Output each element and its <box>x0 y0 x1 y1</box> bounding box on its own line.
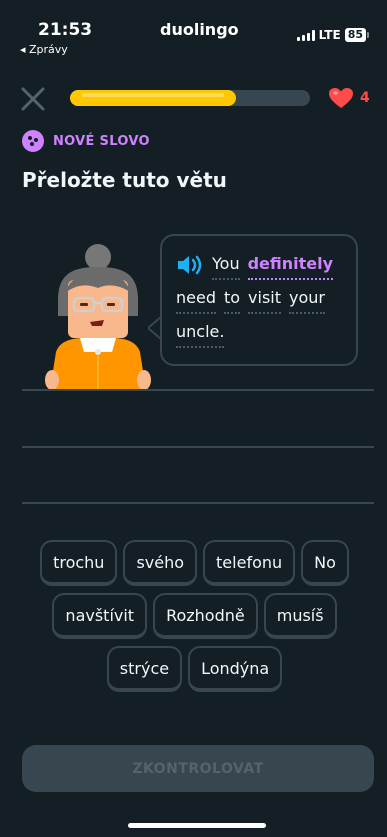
word-chip[interactable]: Rozhodně <box>153 593 258 639</box>
sentence-word[interactable]: You <box>212 251 240 280</box>
lesson-progress-bar <box>70 90 310 106</box>
sentence-word[interactable]: need <box>176 285 216 314</box>
answer-line <box>22 502 374 504</box>
home-indicator[interactable] <box>128 823 266 828</box>
check-button[interactable]: ZKONTROLOVAT <box>22 745 374 792</box>
word-chip[interactable]: No <box>301 540 349 586</box>
status-app-title: duolingo <box>160 20 239 39</box>
word-bank-row: navštívit Rozhodně musíš <box>22 593 367 639</box>
hearts-counter[interactable]: 4 <box>328 87 370 109</box>
speech-bubble: You definitely need to visit your uncle. <box>160 234 358 366</box>
sentence-word[interactable]: your <box>289 285 325 314</box>
close-button[interactable] <box>20 86 46 112</box>
speaker-icon <box>178 255 202 275</box>
lesson-progress-fill <box>70 90 236 106</box>
answer-line <box>22 446 374 448</box>
sentence-word[interactable]: visit <box>248 285 282 314</box>
sentence-word[interactable]: to <box>223 285 241 314</box>
word-chip[interactable]: telefonu <box>203 540 296 586</box>
word-chip[interactable]: musíš <box>263 593 337 639</box>
status-indicators: LTE 85 <box>296 28 369 42</box>
word-bank: trochu svého telefonu No navštívit Rozho… <box>22 540 367 699</box>
new-word-label: NOVÉ SLOVO <box>53 133 150 149</box>
word-chip[interactable]: strýce <box>106 646 183 692</box>
exercise-title: Přeložte tuto větu <box>22 168 227 192</box>
back-to-app-link[interactable]: ◂ Zprávy <box>20 43 68 56</box>
new-word-indicator: NOVÉ SLOVO <box>22 130 150 152</box>
word-bank-row: strýce Londýna <box>22 646 367 692</box>
word-chip[interactable]: Londýna <box>188 646 283 692</box>
battery-icon: 85 <box>344 28 366 42</box>
hearts-count: 4 <box>360 90 370 106</box>
word-chip[interactable]: navštívit <box>52 593 148 639</box>
word-chip[interactable]: svého <box>123 540 198 586</box>
heart-icon <box>329 88 353 108</box>
close-icon <box>21 87 45 111</box>
sentence-word[interactable]: uncle. <box>176 319 225 348</box>
sentence-word-highlighted[interactable]: definitely <box>247 251 334 280</box>
word-bank-row: trochu svého telefonu No <box>22 540 367 586</box>
character-illustration <box>45 244 151 390</box>
status-time: 21:53 <box>38 20 93 40</box>
network-label: LTE <box>318 28 341 42</box>
signal-icon <box>296 29 315 41</box>
word-chip[interactable]: trochu <box>40 540 118 586</box>
answer-line <box>22 389 374 391</box>
speaker-button[interactable] <box>176 254 204 276</box>
new-word-icon <box>22 130 44 152</box>
